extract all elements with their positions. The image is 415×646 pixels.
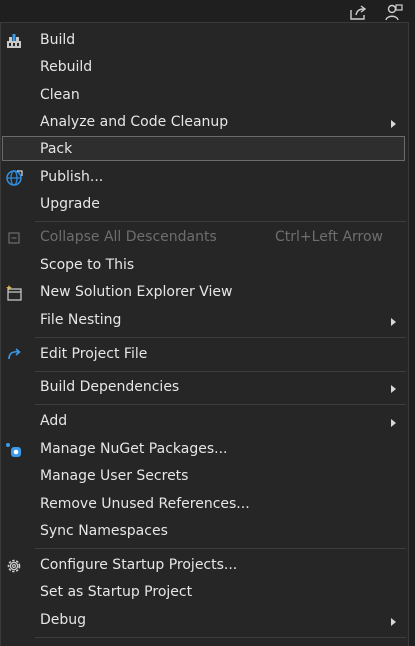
menu-item-label: Debug xyxy=(40,612,87,628)
menu-item-upgrade[interactable]: Upgrade xyxy=(1,191,408,218)
menu-item-label: Add xyxy=(40,413,68,429)
title-bar xyxy=(0,0,415,24)
submenu-arrow-icon xyxy=(391,419,396,427)
menu-item-shortcut: Ctrl+Left Arrow xyxy=(275,229,383,245)
menu-item-rebuild[interactable]: Rebuild xyxy=(1,54,408,81)
menu-item-manage-nuget-packages[interactable]: Manage NuGet Packages... xyxy=(1,436,408,463)
menu-item-label: Collapse All Descendants xyxy=(40,229,217,245)
menu-item-clean[interactable]: Clean xyxy=(1,82,408,109)
menu-item-debug[interactable]: Debug xyxy=(1,607,408,634)
menu-item-label: Analyze and Code Cleanup xyxy=(40,114,229,130)
menu-item-label: Manage User Secrets xyxy=(40,468,189,484)
live-share-user-icon[interactable] xyxy=(384,4,404,22)
nuget-icon xyxy=(5,441,23,459)
menu-item-file-nesting[interactable]: File Nesting xyxy=(1,307,408,334)
menu-item-label: Remove Unused References... xyxy=(40,496,250,512)
build-icon xyxy=(5,32,23,50)
menu-item-new-solution-explorer-view[interactable]: New Solution Explorer View xyxy=(1,279,408,306)
menu-item-analyze-code-cleanup[interactable]: Analyze and Code Cleanup xyxy=(1,109,408,136)
menu-item-remove-unused-references[interactable]: Remove Unused References... xyxy=(1,491,408,518)
menu-item-configure-startup-projects[interactable]: Configure Startup Projects... xyxy=(1,552,408,579)
menu-item-label: Configure Startup Projects... xyxy=(40,557,238,573)
menu-item-label: Build xyxy=(40,32,76,48)
menu-item-publish[interactable]: Publish... xyxy=(1,164,408,191)
menu-item-label: Pack xyxy=(40,141,73,157)
submenu-arrow-icon xyxy=(391,618,396,626)
submenu-arrow-icon xyxy=(391,385,396,393)
context-menu: Build Rebuild Clean Analyze and Code Cle… xyxy=(0,22,409,646)
menu-item-label: Set as Startup Project xyxy=(40,584,193,600)
menu-separator xyxy=(35,404,406,405)
menu-separator xyxy=(35,221,406,222)
menu-item-scope-to-this[interactable]: Scope to This xyxy=(1,252,408,279)
menu-item-label: Scope to This xyxy=(40,257,135,273)
submenu-arrow-icon xyxy=(391,120,396,128)
menu-item-label: Upgrade xyxy=(40,196,100,212)
menu-item-label: Rebuild xyxy=(40,59,93,75)
globe-publish-icon xyxy=(5,169,23,187)
menu-item-manage-user-secrets[interactable]: Manage User Secrets xyxy=(1,463,408,490)
menu-separator xyxy=(35,371,406,372)
new-view-icon xyxy=(5,284,23,302)
menu-item-label: File Nesting xyxy=(40,312,122,328)
submenu-arrow-icon xyxy=(391,318,396,326)
menu-item-build-dependencies[interactable]: Build Dependencies xyxy=(1,374,408,401)
gear-icon xyxy=(5,557,23,575)
menu-item-sync-namespaces[interactable]: Sync Namespaces xyxy=(1,518,408,545)
menu-item-add[interactable]: Add xyxy=(1,408,408,435)
menu-item-label: Sync Namespaces xyxy=(40,523,168,539)
menu-separator xyxy=(35,337,406,338)
menu-item-collapse-all-descendants: Collapse All Descendants Ctrl+Left Arrow xyxy=(1,224,408,251)
menu-item-label: New Solution Explorer View xyxy=(40,284,233,300)
share-icon[interactable] xyxy=(348,4,368,22)
menu-item-label: Manage NuGet Packages... xyxy=(40,441,228,457)
edit-redo-arrow-icon xyxy=(5,346,23,364)
menu-item-pack[interactable]: Pack xyxy=(1,136,408,163)
menu-item-build[interactable]: Build xyxy=(1,27,408,54)
menu-item-label: Clean xyxy=(40,87,80,103)
menu-item-label: Publish... xyxy=(40,169,104,185)
menu-item-label: Edit Project File xyxy=(40,346,148,362)
menu-item-edit-project-file[interactable]: Edit Project File xyxy=(1,341,408,368)
menu-separator xyxy=(35,637,406,638)
collapse-icon xyxy=(5,229,23,247)
menu-item-label: Build Dependencies xyxy=(40,379,180,395)
menu-separator xyxy=(35,548,406,549)
menu-item-set-as-startup-project[interactable]: Set as Startup Project xyxy=(1,579,408,606)
